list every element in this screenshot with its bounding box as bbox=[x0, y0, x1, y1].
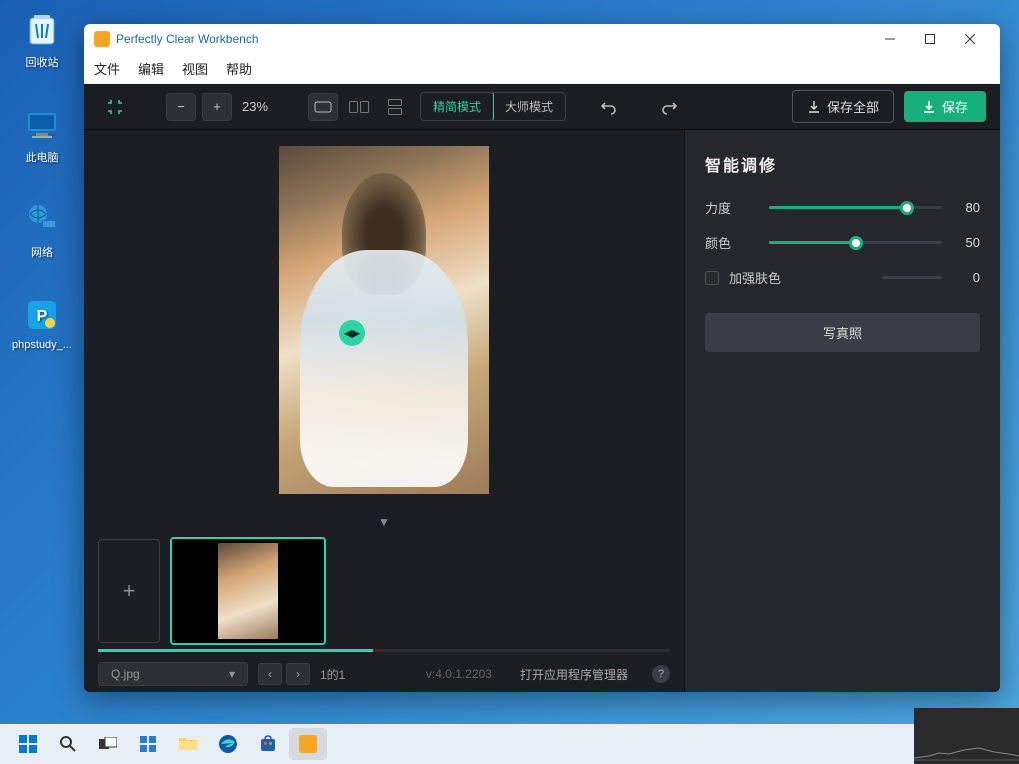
bottom-bar: Q.jpg ▾ ‹ › 1的1 v:4.0.1.2203 打开应用程序管理器 ? bbox=[84, 656, 684, 692]
widgets-button[interactable] bbox=[129, 728, 167, 760]
window-title: Perfectly Clear Workbench bbox=[116, 32, 259, 46]
menu-help[interactable]: 帮助 bbox=[226, 59, 252, 78]
menubar: 文件 编辑 视图 帮助 bbox=[84, 54, 1000, 84]
slider-color: 颜色 50 bbox=[705, 233, 980, 252]
slider-track[interactable] bbox=[769, 241, 942, 244]
save-all-button[interactable]: 保存全部 bbox=[792, 90, 894, 123]
filmstrip: + bbox=[84, 529, 684, 656]
view-split-h-icon[interactable] bbox=[344, 93, 374, 121]
desktop-label: 网络 bbox=[31, 247, 53, 259]
maximize-button[interactable] bbox=[910, 25, 950, 53]
desktop-icon-phpstudy[interactable]: P phpstudy_... bbox=[10, 295, 74, 351]
menu-view[interactable]: 视图 bbox=[182, 59, 208, 78]
image-counter: 1的1 bbox=[320, 666, 345, 683]
slider-knob[interactable] bbox=[900, 201, 914, 215]
app-icon bbox=[94, 31, 110, 47]
start-button[interactable] bbox=[9, 728, 47, 760]
desktop-icon-recycle-bin[interactable]: 回收站 bbox=[10, 10, 74, 70]
recycle-bin-icon bbox=[22, 10, 62, 50]
slider-knob[interactable] bbox=[849, 236, 863, 250]
zoom-in-button[interactable]: + bbox=[202, 93, 232, 121]
desktop-label: 回收站 bbox=[26, 57, 59, 69]
mode-simple[interactable]: 精简模式 bbox=[420, 92, 494, 121]
perf-overlay[interactable] bbox=[914, 708, 1019, 764]
pc-icon bbox=[22, 105, 62, 145]
mode-master[interactable]: 大师模式 bbox=[493, 93, 565, 120]
phpstudy-icon: P bbox=[22, 295, 62, 335]
store-icon[interactable] bbox=[249, 728, 287, 760]
edge-browser-icon[interactable] bbox=[209, 728, 247, 760]
panel-title: 智能调修 bbox=[705, 152, 980, 176]
slider-track[interactable] bbox=[769, 206, 942, 209]
filename-dropdown[interactable]: Q.jpg ▾ bbox=[98, 662, 248, 686]
checkbox-skin-enhance[interactable] bbox=[705, 271, 719, 285]
slider-strength: 力度 80 bbox=[705, 198, 980, 217]
slider-track-disabled bbox=[882, 276, 942, 279]
redo-button[interactable] bbox=[654, 93, 684, 121]
undo-button[interactable] bbox=[594, 93, 624, 121]
canvas-area: ◂▸ ▼ + Q.jpg ▾ ‹ › 1的1 bbox=[84, 130, 684, 692]
titlebar[interactable]: Perfectly Clear Workbench bbox=[84, 24, 1000, 54]
download-icon bbox=[922, 100, 936, 114]
zoom-level: 23% bbox=[242, 99, 268, 114]
preset-portrait-button[interactable]: 写真照 bbox=[705, 313, 980, 352]
filmstrip-scrollbar[interactable] bbox=[98, 649, 670, 652]
prev-image-button[interactable]: ‹ bbox=[258, 663, 282, 685]
image-viewport[interactable]: ◂▸ bbox=[84, 130, 684, 509]
view-single-icon[interactable] bbox=[308, 93, 338, 121]
file-explorer-icon[interactable] bbox=[169, 728, 207, 760]
network-icon bbox=[22, 200, 62, 240]
mode-toggle: 精简模式 大师模式 bbox=[420, 92, 566, 121]
download-icon bbox=[807, 100, 821, 114]
chevron-down-icon[interactable]: ▼ bbox=[84, 515, 684, 529]
crop-tool-icon[interactable] bbox=[98, 93, 132, 121]
compare-slider-handle[interactable]: ◂▸ bbox=[339, 320, 365, 346]
taskbar: ˄ ⎚ 🔊 英 bbox=[0, 724, 1019, 764]
help-icon[interactable]: ? bbox=[652, 665, 670, 683]
preview-image bbox=[279, 146, 489, 494]
version-label: v:4.0.1.2203 bbox=[426, 667, 492, 681]
desktop-icon-network[interactable]: 网络 bbox=[10, 200, 74, 260]
app-window: Perfectly Clear Workbench 文件 编辑 视图 帮助 − … bbox=[84, 24, 1000, 692]
menu-edit[interactable]: 编辑 bbox=[138, 59, 164, 78]
desktop-icon-this-pc[interactable]: 此电脑 bbox=[10, 105, 74, 165]
minimize-button[interactable] bbox=[870, 25, 910, 53]
task-view-button[interactable] bbox=[89, 728, 127, 760]
chevron-down-icon: ▾ bbox=[229, 667, 235, 681]
search-button[interactable] bbox=[49, 728, 87, 760]
desktop-label: phpstudy_... bbox=[12, 339, 72, 351]
desktop-label: 此电脑 bbox=[26, 152, 59, 164]
side-panel: 智能调修 力度 80 颜色 50 加强肤色 bbox=[684, 130, 1000, 692]
open-manager-link[interactable]: 打开应用程序管理器 bbox=[520, 666, 628, 683]
next-image-button[interactable]: › bbox=[286, 663, 310, 685]
add-image-button[interactable]: + bbox=[98, 539, 160, 643]
close-button[interactable] bbox=[950, 25, 990, 53]
slider-skin-enhance: 加强肤色 0 bbox=[705, 268, 980, 287]
app-taskbar-icon[interactable] bbox=[289, 728, 327, 760]
thumbnail-selected[interactable] bbox=[170, 537, 326, 645]
view-split-v-icon[interactable] bbox=[380, 93, 410, 121]
zoom-out-button[interactable]: − bbox=[166, 93, 196, 121]
menu-file[interactable]: 文件 bbox=[94, 59, 120, 78]
save-button[interactable]: 保存 bbox=[904, 91, 986, 122]
toolbar: − + 23% 精简模式 大师模式 保存全部 保存 bbox=[84, 84, 1000, 130]
